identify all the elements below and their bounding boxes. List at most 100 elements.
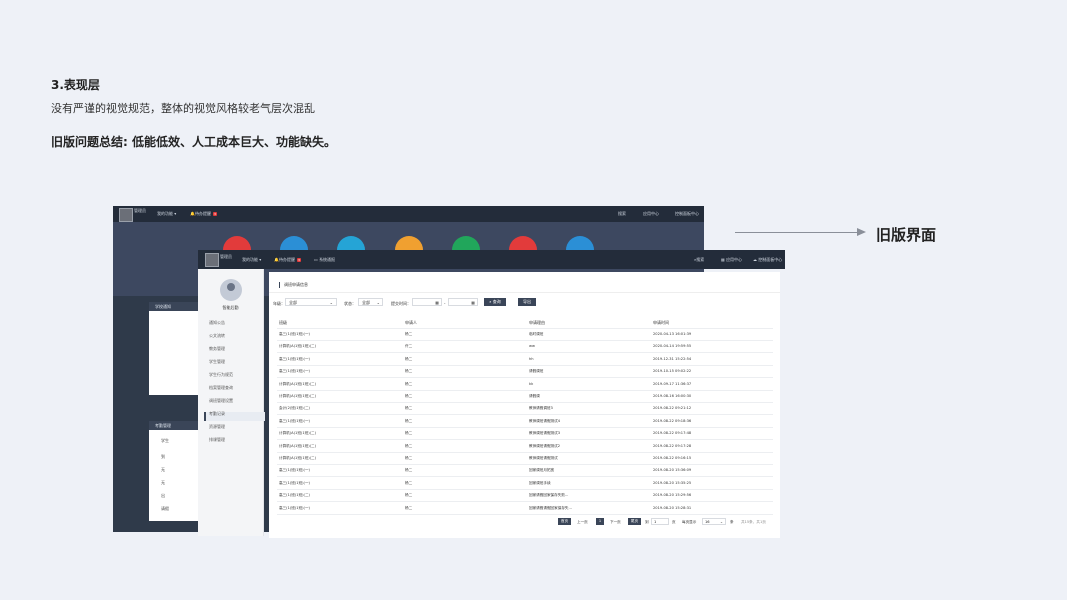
end-date-input[interactable]: ▦ bbox=[448, 298, 478, 306]
table-cell: 教师调班请假测试3 bbox=[529, 431, 561, 436]
front-search[interactable]: ⌕搜索 bbox=[694, 257, 704, 263]
front-menu-functions[interactable]: 我的功能 ▾ bbox=[242, 257, 261, 263]
table-cell: 2019-08-22 09:17:28 bbox=[653, 443, 692, 448]
list-item: 无 bbox=[161, 480, 165, 485]
table-cell: 2019-08-20 15:28:31 bbox=[653, 505, 692, 510]
old-ui-label: 旧版界面 bbox=[876, 226, 937, 244]
table-cell: 2019-08-22 09:16:15 bbox=[653, 456, 692, 460]
list-item: 无 bbox=[161, 467, 165, 472]
back-control-center: 控制面板中心 bbox=[675, 211, 699, 216]
date-separator: - bbox=[444, 301, 446, 306]
per-page-select[interactable]: 16 ⌄ bbox=[702, 518, 726, 525]
table-cell: 请假调班 bbox=[529, 369, 544, 374]
table-row-divider bbox=[277, 451, 773, 453]
start-date-input[interactable]: ▦ bbox=[412, 298, 442, 306]
table-row-divider bbox=[277, 464, 773, 465]
front-control-center[interactable]: ☁ 控制面板中心 bbox=[753, 257, 782, 263]
slide-summary: 旧版问题总结: 低能低效、人工成本巨大、功能缺失。 bbox=[51, 135, 336, 149]
front-menu-reminders[interactable]: 🔔待办提醒 3 bbox=[274, 257, 301, 263]
sidebar-item[interactable]: 教务管理 bbox=[209, 346, 225, 352]
table-cell: 高三(1)班(1班)(一) bbox=[279, 468, 310, 473]
user-avatar-icon bbox=[220, 279, 242, 301]
table-cell: 杨二 bbox=[405, 356, 413, 361]
table-cell: 高三(1)班(1班)(一) bbox=[279, 505, 310, 510]
table-row-divider bbox=[277, 414, 773, 416]
total-count: 共15条，共1页 bbox=[741, 520, 766, 524]
back-menu-functions: 我的功能 ▾ bbox=[157, 211, 177, 216]
column-header: 申请人 bbox=[405, 320, 417, 325]
count-badge: 3 bbox=[296, 258, 301, 262]
last-page-button[interactable]: 尾页 bbox=[628, 518, 641, 525]
table-cell: 杨二 bbox=[405, 443, 413, 448]
front-topbar: 管理员 我的功能 ▾ 🔔待办提醒 3 ▭ 系统通报 ⌕搜索 ▦ 应用中心 ☁ 控制… bbox=[198, 250, 785, 269]
table-row-divider bbox=[277, 426, 773, 428]
table-cell: 2019-08-20 15:36:09 bbox=[653, 468, 692, 473]
front-menu-notices[interactable]: ▭ 系统通报 bbox=[314, 257, 335, 263]
goto-page-input[interactable]: 1 bbox=[651, 518, 669, 525]
page-title: 调班申请信息 bbox=[279, 282, 308, 288]
divider bbox=[277, 328, 773, 329]
table-cell: 高三(1)班(1班)(一) bbox=[279, 332, 310, 336]
table-cell: 杨二 bbox=[405, 332, 413, 336]
current-page[interactable]: 1 bbox=[596, 518, 604, 525]
table-cell: 杨二 bbox=[405, 394, 413, 398]
sidebar-item[interactable]: 通知公告 bbox=[209, 320, 225, 326]
calendar-icon: ▦ bbox=[435, 300, 439, 305]
table-cell: 杨二 bbox=[405, 480, 413, 485]
front-app-center[interactable]: ▦ 应用中心 bbox=[721, 257, 742, 263]
status-select[interactable]: 全部 ⌄ bbox=[358, 298, 383, 306]
sidebar-item[interactable]: 档案管理查询 bbox=[209, 385, 233, 391]
time-label: 提交时间： bbox=[391, 301, 411, 306]
list-item: 出 bbox=[161, 493, 165, 498]
table-cell: 2019-08-22 09:17:48 bbox=[653, 431, 692, 436]
table-cell: 计算机(A)1班(1班)(二) bbox=[279, 381, 317, 386]
export-button[interactable]: 导出 bbox=[518, 298, 536, 306]
grade-label: 年级： bbox=[273, 301, 285, 306]
old-ui-screenshot-front: 管理员 我的功能 ▾ 🔔待办提醒 3 ▭ 系统通报 ⌕搜索 ▦ 应用中心 ☁ 控制… bbox=[198, 250, 785, 538]
sidebar-item[interactable]: 资源管理 bbox=[209, 424, 225, 430]
table-cell: 杨二 bbox=[405, 381, 413, 386]
sidebar-item[interactable]: 学生行为规范 bbox=[209, 372, 233, 378]
table-cell: 回家调班月拓宽 bbox=[529, 468, 555, 473]
grade-select[interactable]: 全部 ⌄ bbox=[285, 298, 337, 306]
column-header: 班级 bbox=[279, 320, 287, 325]
status-label: 状态： bbox=[344, 301, 356, 306]
table-cell: 杨二 bbox=[405, 369, 413, 374]
goto-label: 到 bbox=[645, 520, 649, 524]
table-cell: 杨二 bbox=[405, 418, 413, 423]
table-cell: 2019-09-17 11:36:37 bbox=[653, 381, 692, 386]
table-cell: 2019-08-22 09:21:12 bbox=[653, 406, 692, 411]
search-button[interactable]: ⌕ 查询 bbox=[484, 298, 506, 306]
table-cell: 杨二 bbox=[405, 493, 413, 498]
table-cell: 杨二 bbox=[405, 456, 413, 460]
chevron-down-icon: ⌄ bbox=[329, 300, 333, 305]
sidebar-item[interactable]: 排课管理 bbox=[209, 437, 225, 443]
table-row-divider bbox=[277, 513, 773, 515]
prev-page-button[interactable]: 上一页 bbox=[577, 520, 588, 525]
list-item: 学生 bbox=[161, 438, 169, 443]
calendar-icon: ▦ bbox=[471, 300, 475, 305]
table-row-divider bbox=[277, 352, 773, 354]
avatar bbox=[119, 208, 133, 222]
table-cell: 回家调班手续 bbox=[529, 480, 551, 485]
first-page-button[interactable]: 首页 bbox=[558, 518, 571, 525]
table-cell: 杨二 bbox=[405, 431, 413, 436]
next-page-button[interactable]: 下一页 bbox=[610, 520, 621, 525]
table-cell: 杨二 bbox=[405, 505, 413, 510]
table-cell: hh bbox=[529, 356, 534, 361]
table-cell: 2019-12-31 15:22:54 bbox=[653, 356, 692, 361]
table-cell: 计算机(A)1班(1班)(二) bbox=[279, 344, 317, 349]
count-badge: 3 bbox=[212, 212, 217, 216]
sidebar-item-active[interactable]: 调班管理设置 bbox=[209, 398, 233, 404]
table-cell: 2020-04-14 19:59:55 bbox=[653, 344, 692, 349]
back-topbar: 管理员 我的功能 ▾ 🔔待办提醒 3 搜索 应用中心 控制面板中心 bbox=[113, 206, 704, 222]
arrow-line bbox=[735, 232, 860, 233]
divider bbox=[269, 292, 780, 293]
sidebar-item[interactable]: 考勤记录 bbox=[209, 411, 225, 417]
table-row-divider bbox=[277, 488, 773, 490]
table-cell: 高三(1)班(1班)(二) bbox=[279, 493, 310, 498]
sidebar-item[interactable]: 学生管理 bbox=[209, 359, 225, 365]
table-cell: 2019-08-16 16:00:30 bbox=[653, 394, 692, 398]
table-row-divider bbox=[277, 364, 773, 366]
sidebar-item[interactable]: 公文流转 bbox=[209, 333, 225, 339]
